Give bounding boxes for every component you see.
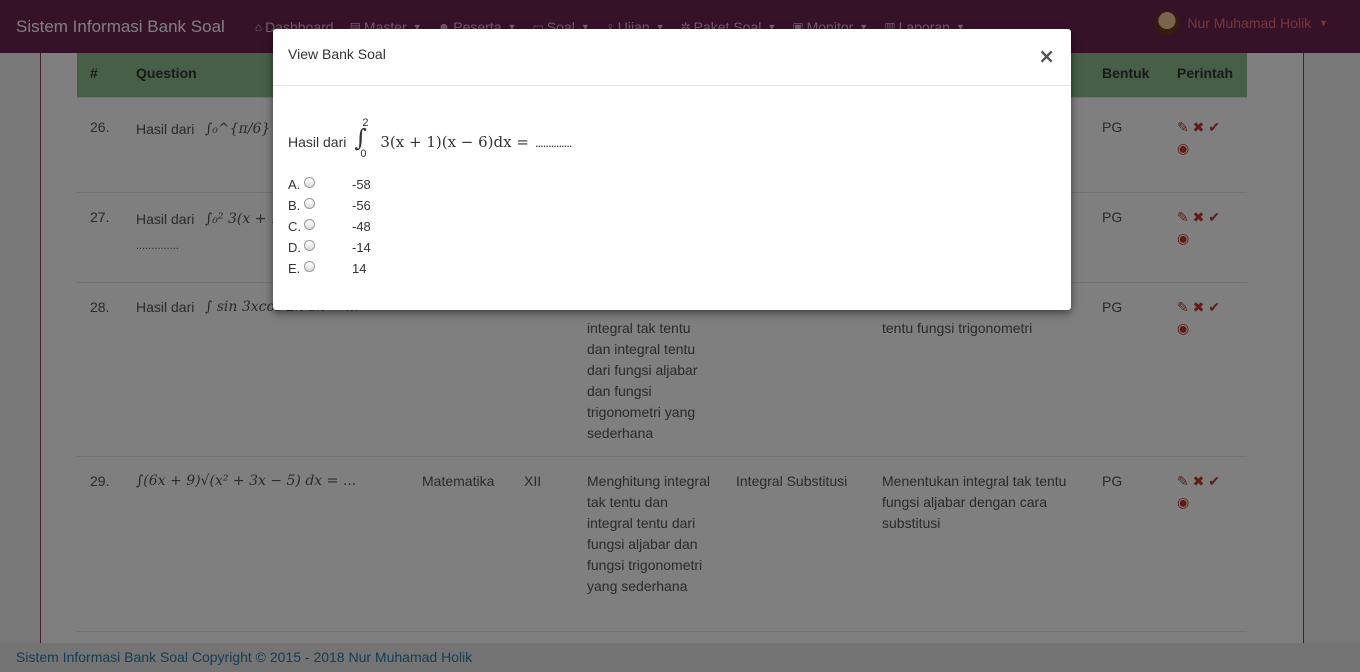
radio-button[interactable] [304, 176, 315, 188]
modal-title: View Bank Soal [288, 46, 386, 62]
radio-button[interactable] [304, 218, 315, 230]
option-value: -48 [352, 219, 371, 234]
option-e[interactable]: E. 14 [288, 258, 371, 279]
integral-upper: 2 [362, 117, 369, 129]
view-bank-soal-modal: View Bank Soal × Hasil dari ∫ 2 0 3(x + … [273, 29, 1071, 310]
option-letter: A. [288, 177, 301, 192]
question-text: Hasil dari ∫ 2 0 3(x + 1)(x − 6)dx = ...… [288, 117, 573, 162]
option-c[interactable]: C. -48 [288, 216, 371, 237]
radio-button[interactable] [304, 260, 315, 272]
radio-button[interactable] [304, 239, 315, 251]
question-blank: .............. [534, 134, 573, 150]
option-value: -58 [352, 177, 371, 192]
close-icon[interactable]: × [1038, 46, 1055, 66]
modal-header: View Bank Soal × [273, 29, 1071, 86]
integral-sign: ∫ 2 0 [352, 117, 374, 162]
option-letter: C. [288, 219, 301, 234]
answer-options: A. -58 B. -56 C. -48 D. -14 E. 14 [288, 174, 371, 279]
option-a[interactable]: A. -58 [288, 174, 371, 195]
option-letter: E. [288, 261, 301, 276]
option-value: -14 [352, 240, 371, 255]
option-value: 14 [352, 261, 367, 276]
radio-button[interactable] [304, 197, 315, 209]
question-prefix: Hasil dari [288, 134, 347, 150]
option-letter: B. [288, 198, 301, 213]
integral-lower: 0 [360, 148, 367, 160]
option-d[interactable]: D. -14 [288, 237, 371, 258]
question-expression: 3(x + 1)(x − 6)dx = [380, 133, 529, 151]
option-value: -56 [352, 198, 371, 213]
option-letter: D. [288, 240, 301, 255]
option-b[interactable]: B. -56 [288, 195, 371, 216]
